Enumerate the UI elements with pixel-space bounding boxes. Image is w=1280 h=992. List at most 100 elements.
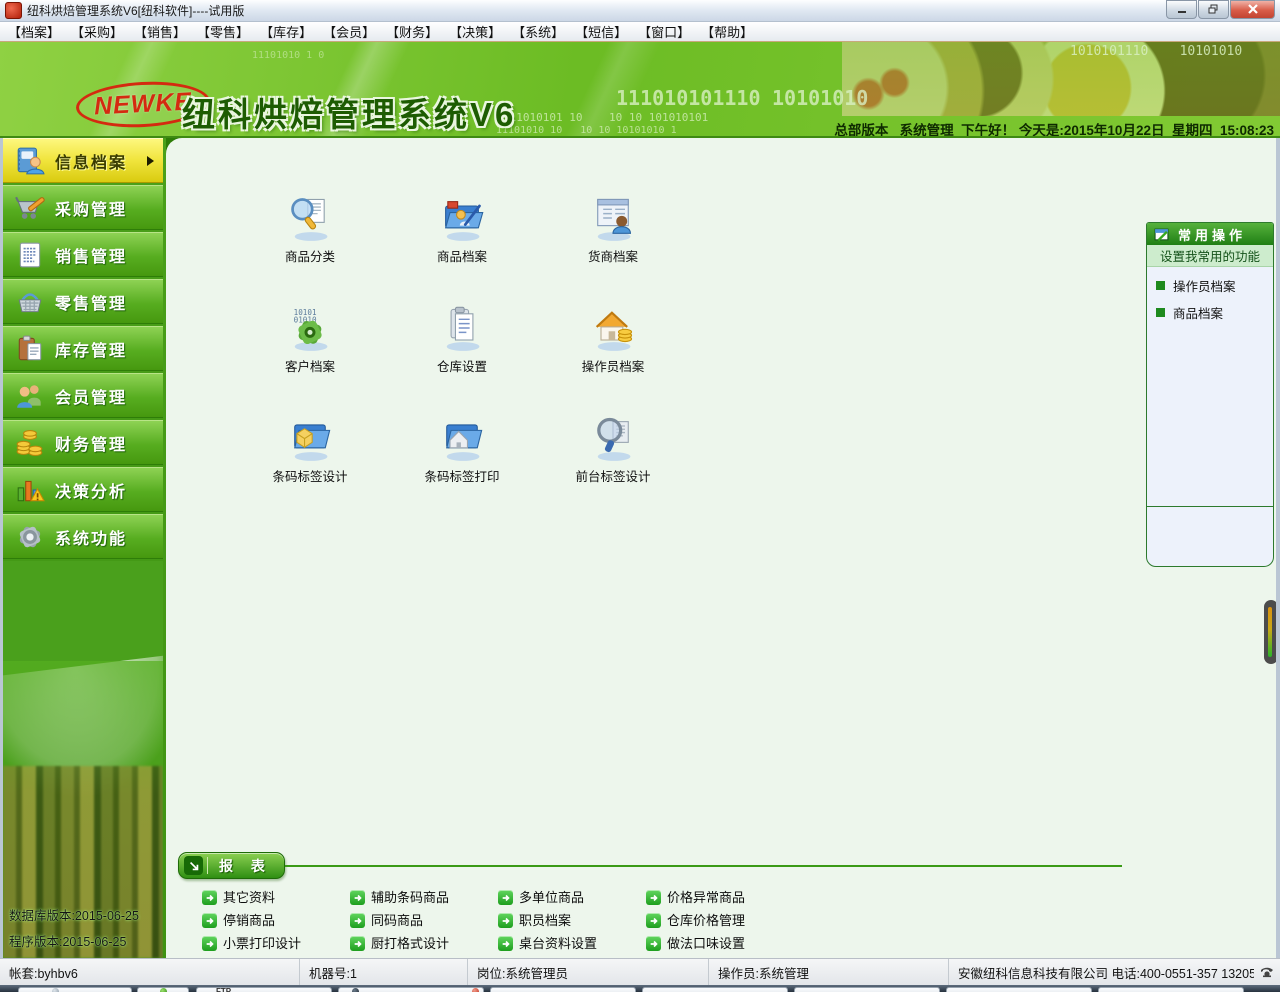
shortcut-operator-archives[interactable]: 操作员档案 <box>553 304 673 375</box>
report-link-same-code[interactable]: 同码商品 <box>350 911 498 930</box>
sidebar-shop-photo <box>3 561 163 958</box>
shortcut-label: 客户档案 <box>285 356 335 375</box>
report-link-other-data[interactable]: 其它资料 <box>202 888 350 907</box>
sidebar-item-sales[interactable]: 销售管理 <box>3 232 163 277</box>
menu-retail[interactable]: 【零售】 <box>197 22 249 41</box>
sidebar-item-info-archives[interactable]: 信息档案 <box>3 138 163 183</box>
quick-item-product-archives[interactable]: 商品档案 <box>1147 299 1273 326</box>
report-link-table-settings[interactable]: 桌台资料设置 <box>498 934 646 953</box>
taskbar-sliver: FTP <box>0 985 1280 992</box>
taskbar-ftp-label: FTP <box>216 987 231 992</box>
green-arrow-icon <box>498 913 513 928</box>
report-link-multi-unit[interactable]: 多单位商品 <box>498 888 646 907</box>
tab-separator <box>207 857 208 874</box>
shortcut-supplier-archives[interactable]: 货商档案 <box>553 194 673 265</box>
sidebar-item-label: 决策分析 <box>55 478 127 502</box>
shortcut-front-label-design[interactable]: 前台标签设计 <box>553 414 673 485</box>
app-icon <box>5 2 22 19</box>
menu-inventory[interactable]: 【库存】 <box>260 22 312 41</box>
app-window: 纽科烘焙管理系统V6[纽科软件]----试用版 【档案】 【采购】 【销售】 【… <box>0 0 1280 992</box>
status-account: 帐套:byhbv6 <box>0 959 300 985</box>
title-bar: 纽科烘焙管理系统V6[纽科软件]----试用版 <box>0 0 1280 22</box>
sidebar-item-inventory[interactable]: 库存管理 <box>3 326 163 371</box>
quick-item-operator-archives[interactable]: 操作员档案 <box>1147 272 1273 299</box>
taskbar-button[interactable] <box>1098 987 1244 992</box>
edge-scroll-widget[interactable] <box>1264 600 1276 664</box>
report-link-warehouse-price[interactable]: 仓库价格管理 <box>646 911 794 930</box>
minimize-button[interactable] <box>1166 0 1197 19</box>
clipboard-document-icon <box>438 304 486 352</box>
menu-archives[interactable]: 【档案】 <box>8 22 60 41</box>
sidebar-item-system[interactable]: 系统功能 <box>3 514 163 559</box>
menu-help[interactable]: 【帮助】 <box>701 22 753 41</box>
binary-decor: 111010101110 <box>616 86 761 110</box>
members-icon <box>15 381 45 411</box>
shortcut-customer-archives[interactable]: 1010101010 客户档案 <box>250 304 370 375</box>
green-arrow-icon <box>646 913 661 928</box>
shortcut-product-category[interactable]: 商品分类 <box>250 194 370 265</box>
report-link-staff-archives[interactable]: 职员档案 <box>498 911 646 930</box>
binary-decor: 1010101110 10101010 <box>1070 44 1242 59</box>
selected-arrow-icon <box>147 156 154 166</box>
main-area: 商品分类 商品档案 货商档案 1010101010 客户档案 仓库设置 操作 <box>166 138 1276 958</box>
status-machine: 机器号:1 <box>300 959 468 985</box>
app-title: 纽科烘焙管理系统V6 <box>182 88 516 136</box>
report-link-discontinued[interactable]: 停销商品 <box>202 911 350 930</box>
shortcut-product-archives[interactable]: 商品档案 <box>402 194 522 265</box>
menu-window[interactable]: 【窗口】 <box>638 22 690 41</box>
menu-sales[interactable]: 【销售】 <box>134 22 186 41</box>
quick-panel-subtitle-link[interactable]: 设置我常用的功能 <box>1147 245 1273 267</box>
coins-icon <box>15 428 45 458</box>
report-link-kitchen-print-design[interactable]: 厨打格式设计 <box>350 934 498 953</box>
shortcut-barcode-label-print[interactable]: 条码标签打印 <box>402 414 522 485</box>
report-link-price-abnormal[interactable]: 价格异常商品 <box>646 888 794 907</box>
minimize-icon <box>1177 5 1187 14</box>
sidebar-item-finance[interactable]: 财务管理 <box>3 420 163 465</box>
report-link-label: 其它资料 <box>223 888 275 907</box>
taskbar-button[interactable] <box>794 987 940 992</box>
folder-box-icon <box>286 414 334 462</box>
report-link-receipt-design[interactable]: 小票打印设计 <box>202 934 350 953</box>
quick-panel-divider <box>1147 506 1273 507</box>
restore-button[interactable] <box>1198 0 1229 19</box>
sidebar-item-label: 财务管理 <box>55 431 127 455</box>
reports-tab[interactable]: 报 表 <box>178 852 285 879</box>
phone-tray-icon[interactable] <box>1254 959 1280 985</box>
close-button[interactable] <box>1230 0 1275 19</box>
close-icon <box>1248 4 1258 14</box>
menu-bar: 【档案】 【采购】 【销售】 【零售】 【库存】 【会员】 【财务】 【决策】 … <box>0 22 1280 42</box>
cart-pencil-icon <box>15 193 45 223</box>
restore-icon <box>1208 4 1219 14</box>
shortcut-warehouse-settings[interactable]: 仓库设置 <box>402 304 522 375</box>
menu-system[interactable]: 【系统】 <box>512 22 564 41</box>
menu-members[interactable]: 【会员】 <box>323 22 375 41</box>
shortcut-label: 货商档案 <box>588 246 638 265</box>
menu-sms[interactable]: 【短信】 <box>575 22 627 41</box>
taskbar-button[interactable] <box>642 987 788 992</box>
menu-finance[interactable]: 【财务】 <box>386 22 438 41</box>
taskbar-button[interactable] <box>338 987 484 992</box>
report-link-label: 桌台资料设置 <box>519 934 597 953</box>
taskbar-button[interactable] <box>490 987 636 992</box>
green-arrow-icon <box>646 890 661 905</box>
sidebar-item-purchase[interactable]: 采购管理 <box>3 185 163 230</box>
sidebar-item-retail[interactable]: 零售管理 <box>3 279 163 324</box>
menu-purchase[interactable]: 【采购】 <box>71 22 123 41</box>
square-bullet-icon <box>1156 281 1165 290</box>
green-arrow-icon <box>350 890 365 905</box>
quick-item-label: 操作员档案 <box>1173 276 1236 295</box>
sidebar-item-members[interactable]: 会员管理 <box>3 373 163 418</box>
taskbar-button[interactable] <box>18 987 132 992</box>
taskbar-app-icon <box>160 988 167 992</box>
folder-house-icon <box>438 414 486 462</box>
report-link-flavor-settings[interactable]: 做法口味设置 <box>646 934 794 953</box>
sidebar-item-decision[interactable]: 决策分析 <box>3 467 163 512</box>
sidebar-item-label: 销售管理 <box>55 243 127 267</box>
shortcut-label: 条码标签打印 <box>424 466 499 485</box>
menu-decision[interactable]: 【决策】 <box>449 22 501 41</box>
shortcut-barcode-label-design[interactable]: 条码标签设计 <box>250 414 370 485</box>
quick-panel-header[interactable]: 常用操作 <box>1147 223 1273 245</box>
report-link-aux-barcode[interactable]: 辅助条码商品 <box>350 888 498 907</box>
taskbar-button[interactable] <box>946 987 1092 992</box>
binary-decor: 10101010 <box>772 86 868 110</box>
